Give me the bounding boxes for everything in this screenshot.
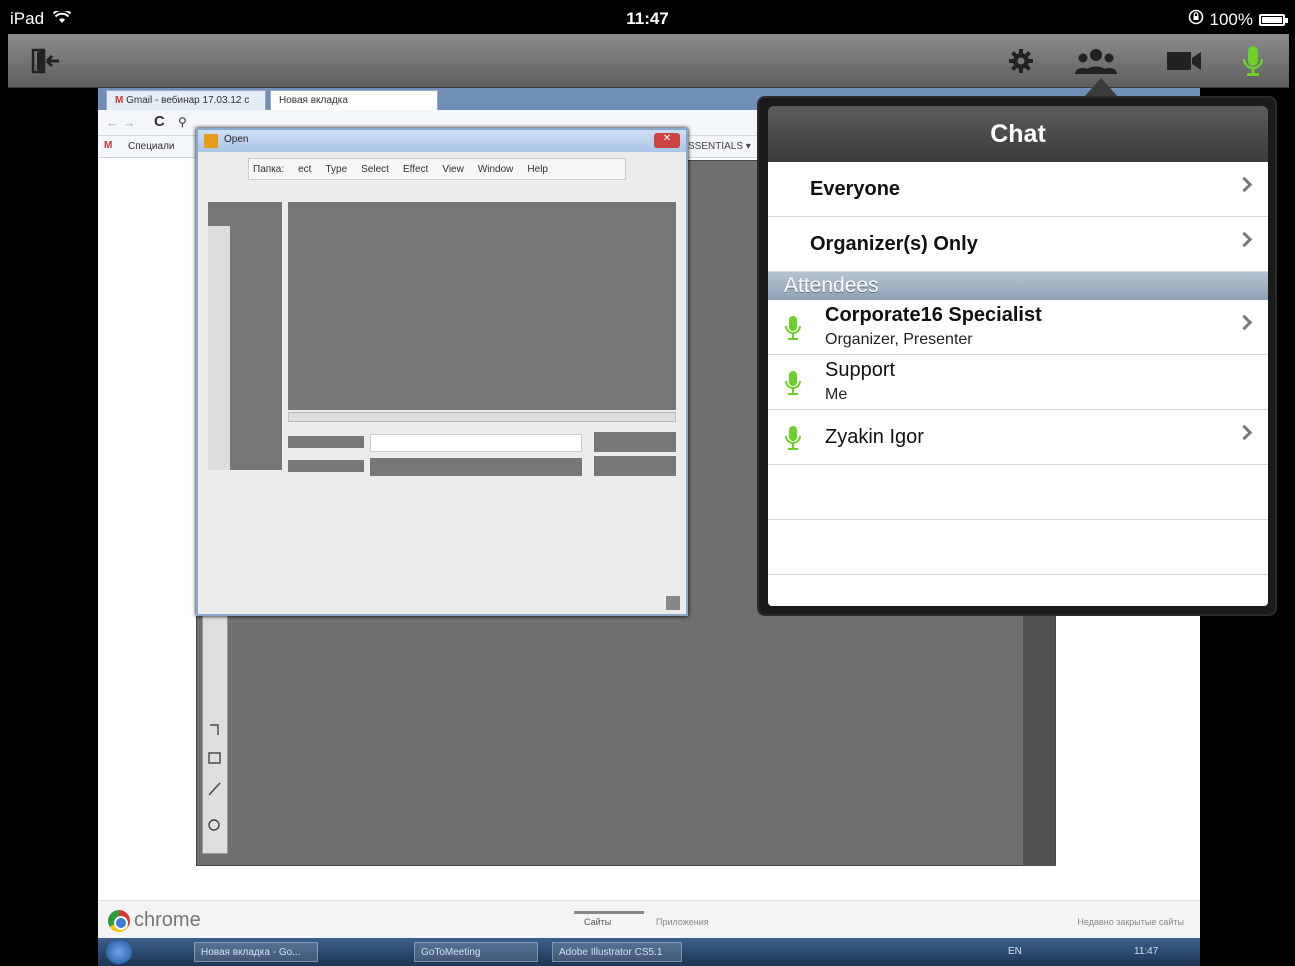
gmail-icon: M [115,95,124,106]
folder-label: Папка: [253,163,285,175]
microphone-icon [785,425,801,451]
empty-row [768,520,1268,575]
empty-row [768,465,1268,520]
tab-label: Новая вкладка [279,95,348,106]
footer-tab-apps: Приложения [656,917,709,927]
chrome-wordmark: chrome [134,909,201,931]
battery-percent: 100% [1209,9,1253,29]
microphone-icon [785,315,801,341]
menu-item: Select [361,163,389,175]
resize-grip [666,596,680,610]
chat-option-everyone[interactable]: Everyone [768,162,1268,217]
open-dialog: Open ✕ Папка: ect Type Select Effect Vie… [196,128,688,616]
people-icon[interactable] [1072,44,1120,78]
attendee-row[interactable]: Zyakin Igor [768,410,1268,465]
reload-icon: C [154,113,165,130]
taskbar-item: Adobe Illustrator CS5.1 [552,942,682,962]
dialog-file-list [288,202,676,410]
rotation-lock-icon [1188,9,1204,30]
browser-tab-new: Новая вкладка [270,90,438,110]
dialog-tool-column [208,226,230,470]
popover-arrow [1083,78,1119,98]
ipad-screen: iPad 11:47 100% M Gmail - вебинар 17.03.… [0,0,1295,966]
footer-tab-sites: Сайты [584,917,612,927]
exit-icon[interactable] [28,44,64,78]
chrome-icon [108,909,130,932]
menu-item: Window [477,163,514,175]
footer-tab-indicator [574,911,644,914]
menu-item: Type [325,163,348,175]
popover-title: Chat [768,106,1268,162]
video-camera-icon[interactable] [1164,44,1204,78]
filename-field [370,434,582,452]
attendee-row[interactable]: Corporate16 Specialist Organizer, Presen… [768,300,1268,355]
dialog-field-label [288,436,364,448]
windows-taskbar: Новая вкладка - Go... GoToMeeting Adobe … [98,938,1200,966]
option-label: Organizer(s) Only [810,233,978,255]
dialog-titlebar: Open ✕ [198,130,686,152]
recently-closed-link: Недавно закрытые сайты [1077,917,1184,927]
dialog-menubar: Папка: ect Type Select Effect View Windo… [248,158,626,180]
chevron-right-icon [1236,231,1253,248]
close-icon: ✕ [654,133,680,148]
gear-icon[interactable] [1004,44,1038,78]
dialog-title: Open [224,134,249,145]
gmail-icon: M [104,140,113,151]
chevron-right-icon [1236,314,1253,331]
chrome-logo: chrome [108,909,201,932]
browser-tab-gmail: M Gmail - вебинар 17.03.12 с [106,90,266,110]
chrome-footer: chrome Сайты Приложения Недавно закрытые… [98,900,1200,938]
battery-icon [1259,13,1288,26]
option-label: Everyone [810,178,901,200]
attendee-name: Corporate16 Specialist [825,304,1042,326]
workspace-switcher: SSENTIALS ▾ [688,141,751,152]
attendees-section-header: Attendees [768,272,1268,300]
tab-label: Gmail - вебинар 17.03.12 с [126,95,250,106]
dialog-scrollbar [288,412,676,422]
clock: 11:47 [626,9,669,28]
attendee-name: Support [825,359,896,381]
taskbar-clock: 11:47 [1134,946,1159,957]
attendee-name: Zyakin Igor [825,426,924,448]
taskbar-item: Новая вкладка - Go... [194,942,318,962]
microphone-icon[interactable] [1240,44,1266,78]
chevron-right-icon [1236,424,1253,441]
chat-popover: Chat Everyone Organizer(s) Only Attendee… [757,96,1277,616]
bookmark-item: Специали [128,141,175,152]
chevron-right-icon [1236,176,1253,193]
attendee-role: Me [825,386,848,403]
menu-item: Help [527,163,548,175]
start-button-icon [106,940,132,964]
menu-item: Effect [402,163,429,175]
filetype-field [370,458,582,476]
menu-item: ect [298,163,312,175]
status-bar: iPad 11:47 100% [0,0,1295,34]
chat-list: Everyone Organizer(s) Only Attendees Cor… [768,162,1268,606]
taskbar-language: EN [1008,946,1022,957]
attendee-row[interactable]: Support Me [768,355,1268,410]
chat-option-organizers[interactable]: Organizer(s) Only [768,217,1268,272]
open-button [594,432,676,452]
illustrator-icon [204,134,218,148]
menu-item: View [442,163,464,175]
dialog-field-label [288,460,364,472]
attendee-role: Organizer, Presenter [825,331,973,348]
microphone-icon [785,370,801,396]
back-forward-icon: ← → [106,115,136,130]
status-right: 100% [1188,9,1288,30]
search-icon: ⚲ [178,115,187,129]
taskbar-item: GoToMeeting [414,942,538,962]
cancel-button [594,456,676,476]
